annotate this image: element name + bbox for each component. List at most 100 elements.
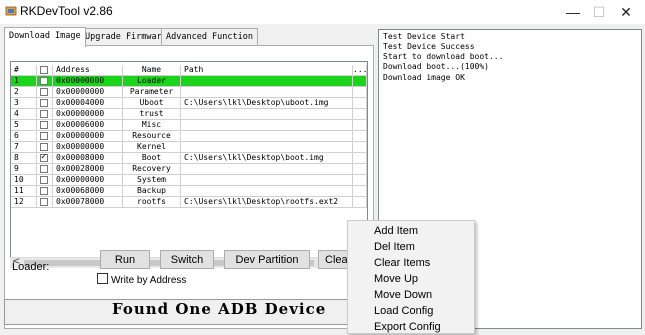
row-number[interactable]: 9 [11,164,37,175]
row-name[interactable]: Misc [123,120,181,131]
row-check-cell[interactable] [37,164,53,175]
header-num[interactable]: # [11,65,37,76]
row-path[interactable] [181,164,353,175]
row-browse-button[interactable] [353,120,367,131]
table-row[interactable]: 9 0x00028000 Recovery [11,164,367,175]
table-row[interactable]: 3 0x00004000 Uboot C:\Users\lkl\Desktop\ubo… [11,98,367,109]
tab-download-image[interactable]: Download Image [4,27,86,47]
row-address[interactable]: 0x00000000 [53,142,123,153]
menu-move-up[interactable]: Move Up [374,271,418,287]
row-number[interactable]: 4 [11,109,37,120]
switch-button[interactable]: Switch [160,250,214,269]
row-address[interactable]: 0x00000000 [53,131,123,142]
row-path[interactable] [181,131,353,142]
header-check[interactable] [37,65,53,76]
row-browse-button[interactable] [353,109,367,120]
row-checkbox[interactable] [40,88,48,96]
header-name[interactable]: Name [123,65,181,76]
row-number[interactable]: 6 [11,131,37,142]
row-checkbox[interactable] [40,132,48,140]
row-name[interactable]: Backup [123,186,181,197]
row-checkbox[interactable] [40,187,48,195]
row-check-cell[interactable] [37,186,53,197]
row-name[interactable]: Recovery [123,164,181,175]
row-browse-button[interactable] [353,87,367,98]
row-browse-button[interactable] [353,164,367,175]
menu-clear-items[interactable]: Clear Items [374,255,430,271]
row-path[interactable]: C:\Users\lkl\Desktop\rootfs.ext2 [181,197,353,208]
row-checkbox[interactable] [40,176,48,184]
row-check-cell[interactable] [37,175,53,186]
row-number[interactable]: 10 [11,175,37,186]
row-address[interactable]: 0x00000000 [53,109,123,120]
row-browse-button[interactable] [353,142,367,153]
menu-del-item[interactable]: Del Item [374,239,415,255]
row-browse-button[interactable] [353,98,367,109]
dev-partition-button[interactable]: Dev Partition [224,250,310,269]
row-number[interactable]: 5 [11,120,37,131]
row-path[interactable] [181,175,353,186]
minimize-button[interactable]: — [559,3,587,21]
row-address[interactable]: 0x00068000 [53,186,123,197]
row-check-cell[interactable] [37,120,53,131]
row-number[interactable]: 2 [11,87,37,98]
row-check-cell[interactable] [37,153,53,164]
row-number[interactable]: 7 [11,142,37,153]
row-address[interactable]: 0x00008000 [53,153,123,164]
row-name[interactable]: rootfs [123,197,181,208]
row-check-cell[interactable] [37,197,53,208]
row-check-cell[interactable] [37,87,53,98]
write-by-address-checkbox[interactable] [97,273,108,284]
table-row[interactable]: 4 0x00000000 trust [11,109,367,120]
row-check-cell[interactable] [37,142,53,153]
menu-load-config[interactable]: Load Config [374,303,433,319]
tab-advanced-function[interactable]: Advanced Function [161,28,258,46]
table-row[interactable]: 11 0x00068000 Backup [11,186,367,197]
row-name[interactable]: Parameter [123,87,181,98]
row-name[interactable]: System [123,175,181,186]
row-address[interactable]: 0x00028000 [53,164,123,175]
row-checkbox[interactable] [40,77,48,85]
tab-upgrade-firmware[interactable]: Upgrade Firmware [80,28,172,46]
row-number[interactable]: 1 [11,76,37,87]
row-address[interactable]: 0x00006000 [53,120,123,131]
row-checkbox[interactable] [40,143,48,151]
row-browse-button[interactable] [353,197,367,208]
row-name[interactable]: Boot [123,153,181,164]
header-more[interactable]: ... [353,65,367,76]
row-checkbox[interactable] [40,165,48,173]
run-button[interactable]: Run [100,250,150,269]
row-browse-button[interactable] [353,76,367,87]
row-address[interactable]: 0x00004000 [53,98,123,109]
row-path[interactable] [181,142,353,153]
row-name[interactable]: Resource [123,131,181,142]
row-browse-button[interactable] [353,153,367,164]
row-checkbox[interactable] [40,198,48,206]
row-address[interactable]: 0x00078000 [53,197,123,208]
row-check-cell[interactable] [37,76,53,87]
row-address[interactable]: 0x00000000 [53,175,123,186]
row-checkbox[interactable] [40,99,48,107]
table-row[interactable]: 8 0x00008000BootC:\Users\lkl\Desktop\boot… [11,153,367,164]
row-check-cell[interactable] [37,98,53,109]
row-path[interactable] [181,120,353,131]
row-name[interactable]: trust [123,109,181,120]
row-browse-button[interactable] [353,175,367,186]
row-name[interactable]: Loader [123,76,181,87]
table-row[interactable]: 1 0x00000000 Loader [11,76,367,87]
row-browse-button[interactable] [353,186,367,197]
table-row[interactable]: 2 0x00000000 Parameter [11,87,367,98]
row-address[interactable]: 0x00000000 [53,76,123,87]
row-number[interactable]: 11 [11,186,37,197]
write-by-address-option[interactable]: Write by Address [97,273,186,286]
header-address[interactable]: Address [53,65,123,76]
row-check-cell[interactable] [37,109,53,120]
row-number[interactable]: 12 [11,197,37,208]
row-check-cell[interactable] [37,131,53,142]
table-row[interactable]: 5 0x00006000 Misc [11,120,367,131]
table-row[interactable]: 10 0x00000000 System [11,175,367,186]
close-button[interactable]: ✕ [612,3,640,21]
row-path[interactable] [181,87,353,98]
partition-table[interactable]: # Address Name Path ... 1 0x00000000 Loade… [10,61,368,268]
row-checkbox[interactable] [40,110,48,118]
